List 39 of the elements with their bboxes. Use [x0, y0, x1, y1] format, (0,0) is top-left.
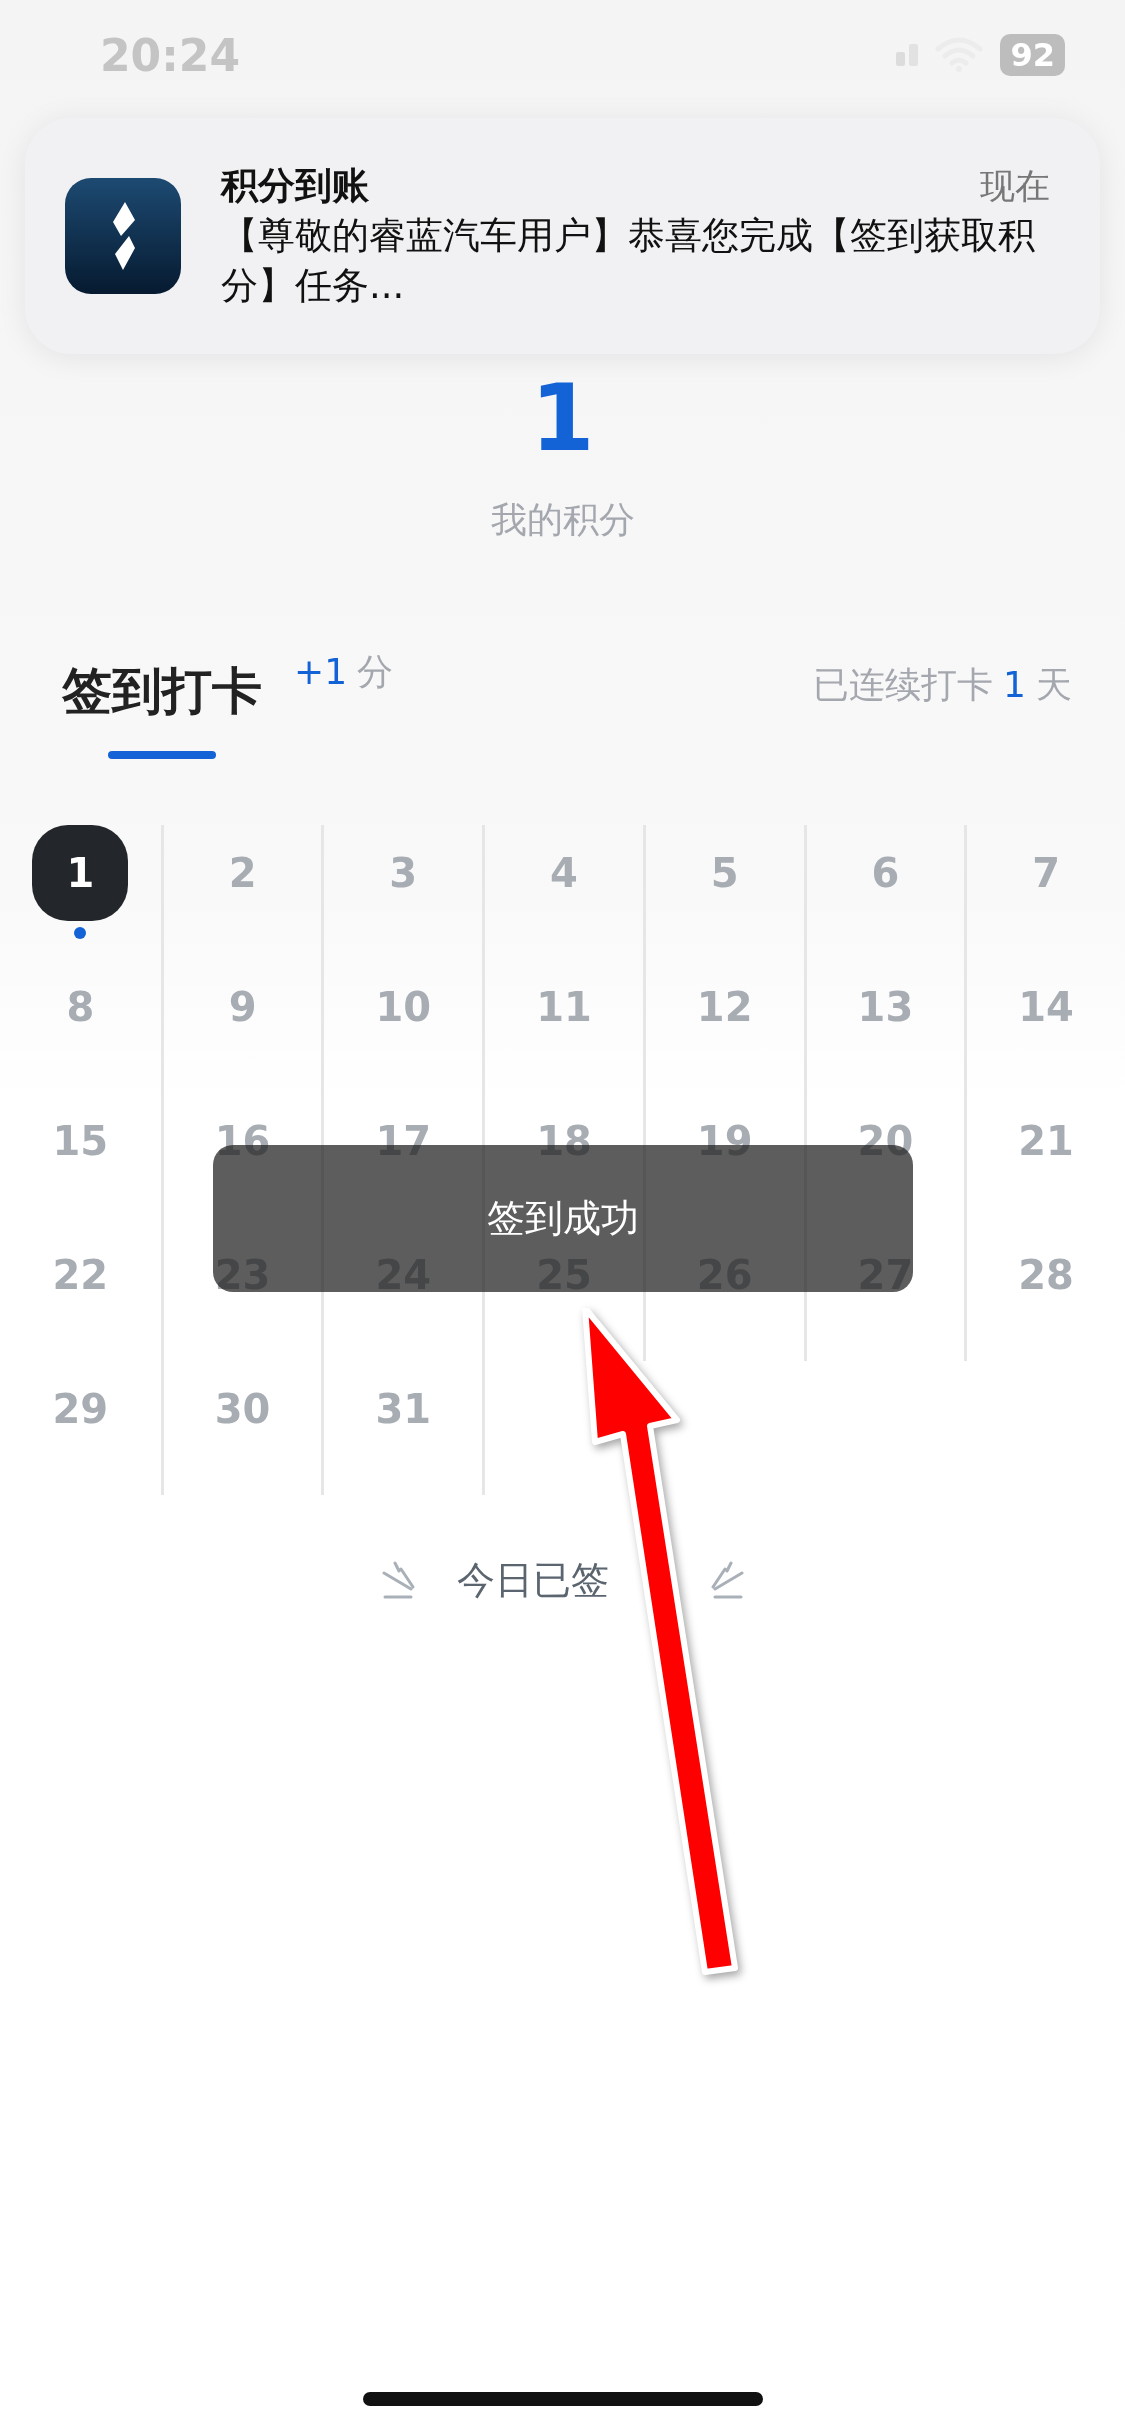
calendar-day[interactable]: 15: [32, 1093, 129, 1189]
calendar-day[interactable]: 21: [998, 1093, 1095, 1189]
points-label: 我的积分: [490, 498, 635, 542]
today-dot: [74, 927, 87, 939]
calendar-day[interactable]: 2: [194, 825, 291, 921]
calendar-day[interactable]: 14: [998, 959, 1095, 1055]
calendar-day[interactable]: 3: [355, 825, 452, 921]
streak-label: 已连续打卡: [813, 662, 994, 707]
bonus-points: +1: [294, 651, 348, 692]
calendar-day[interactable]: 6: [837, 825, 934, 921]
calendar-day[interactable]: 28: [998, 1227, 1095, 1323]
calendar-day[interactable]: 10: [355, 959, 452, 1055]
battery-level: 92: [1000, 34, 1065, 76]
checkin-tab[interactable]: 签到打卡: [62, 659, 262, 759]
sparkle-icon: [380, 1560, 417, 1601]
calendar-day[interactable]: 30: [194, 1361, 291, 1457]
signal-icon: [896, 44, 919, 66]
bonus-unit: 分: [357, 650, 394, 694]
calendar-day[interactable]: 31: [355, 1361, 452, 1457]
notification-card[interactable]: 积分到账 现在 【尊敬的睿蓝汽车用户】恭喜您完成【签到获取积分】任务...: [25, 118, 1100, 354]
calendar-day[interactable]: 11: [516, 959, 612, 1055]
checked-in-status: 今日已签: [456, 1557, 609, 1604]
calendar-day[interactable]: 22: [32, 1227, 129, 1323]
calendar-day[interactable]: 4: [516, 825, 612, 921]
streak-unit: 天: [1036, 662, 1072, 707]
calendar-day[interactable]: 13: [837, 959, 934, 1055]
calendar-day[interactable]: 5: [676, 825, 773, 921]
calendar-day[interactable]: 8: [32, 959, 129, 1055]
points-value: 1: [530, 364, 595, 474]
calendar-day[interactable]: 7: [998, 825, 1095, 921]
calendar-day[interactable]: 9: [194, 959, 291, 1055]
notification-title: 积分到账: [221, 163, 369, 209]
notification-time: 现在: [980, 165, 1050, 208]
streak-count: 1: [1003, 663, 1026, 705]
app-icon: [65, 178, 181, 294]
notification-message: 【尊敬的睿蓝汽车用户】恭喜您完成【签到获取积分】任务...: [221, 213, 1036, 309]
calendar-day[interactable]: 12: [676, 959, 773, 1055]
calendar-day[interactable]: 1: [32, 825, 129, 921]
calendar-day[interactable]: 29: [32, 1361, 129, 1457]
